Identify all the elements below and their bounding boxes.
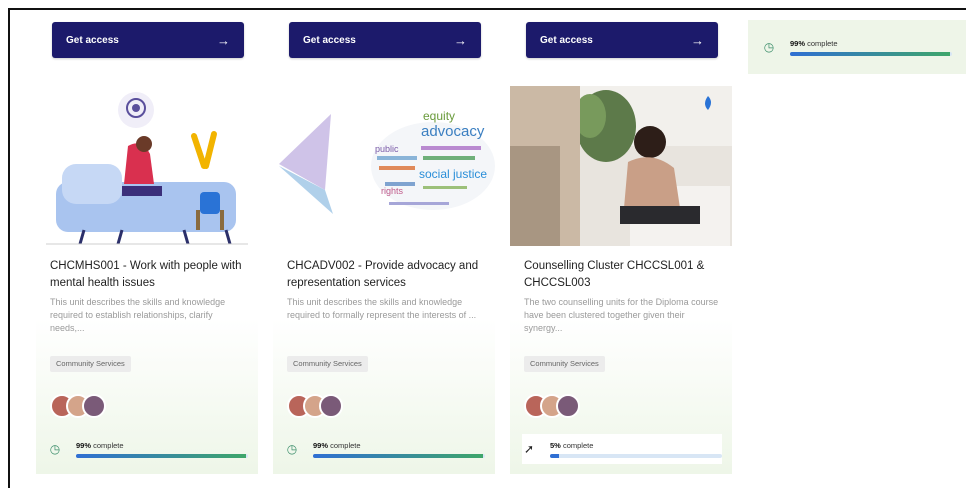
course-card[interactable]: Counselling Cluster CHCCSL001 & CHCCSL00… bbox=[510, 86, 732, 474]
course-category-tag: Community Services bbox=[524, 356, 605, 372]
course-image-counselling bbox=[510, 86, 732, 246]
enrolled-avatars bbox=[50, 394, 106, 418]
progress-label: 5% complete bbox=[550, 441, 722, 450]
progress-bar-fill bbox=[313, 453, 484, 458]
progress-block: 99% complete bbox=[313, 441, 485, 458]
progress-label: 99% complete bbox=[76, 441, 248, 450]
course-progress: ◷ 99% complete bbox=[48, 434, 248, 464]
get-access-label: Get access bbox=[66, 34, 119, 46]
word-cloud-word: equity bbox=[423, 109, 455, 123]
progress-percent: 5% bbox=[550, 440, 561, 450]
progress-bar-fill bbox=[76, 453, 247, 458]
progress-percent: 99% bbox=[76, 440, 92, 450]
progress-bar-fill bbox=[550, 453, 559, 458]
progress-complete-text: complete bbox=[562, 440, 594, 450]
avatar bbox=[319, 394, 343, 418]
word-cloud-word: advocacy bbox=[421, 123, 485, 140]
progress-label: 99% complete bbox=[790, 39, 952, 48]
get-access-button[interactable]: Get access → bbox=[52, 22, 244, 58]
course-progress: ➚ 5% complete bbox=[522, 434, 722, 464]
course-image-advocacy: equity advocacy social justice public ri… bbox=[273, 86, 495, 246]
arrow-right-icon: → bbox=[691, 32, 704, 48]
course-card[interactable]: CHCMHS001 - Work with people with mental… bbox=[36, 86, 258, 474]
word-cloud-word: rights bbox=[381, 186, 404, 196]
progress-block: 5% complete bbox=[550, 441, 722, 458]
progress-percent: 99% bbox=[313, 440, 329, 450]
progress-complete-text: complete bbox=[330, 440, 361, 450]
course-description: This unit describes the skills and knowl… bbox=[50, 297, 226, 333]
course-category-tag: Community Services bbox=[50, 356, 131, 372]
course-description: The two counselling units for the Diplom… bbox=[524, 297, 719, 333]
progress-bar bbox=[550, 453, 722, 458]
enrolled-avatars bbox=[287, 394, 343, 418]
avatar bbox=[556, 394, 580, 418]
progress-bar bbox=[790, 51, 952, 56]
progress-block: 99% complete bbox=[790, 39, 952, 56]
clock-icon: ◷ bbox=[763, 40, 775, 54]
clock-icon: ◷ bbox=[286, 442, 298, 456]
get-access-button[interactable]: Get access → bbox=[526, 22, 718, 58]
course-title[interactable]: CHCADV002 - Provide advocacy and represe… bbox=[287, 258, 483, 292]
course-card[interactable]: equity advocacy social justice public ri… bbox=[273, 86, 495, 474]
progress-label: 99% complete bbox=[313, 441, 485, 450]
word-cloud-word: social justice bbox=[419, 167, 487, 181]
progress-bar-fill bbox=[790, 51, 951, 56]
arrow-right-icon: → bbox=[454, 32, 467, 48]
mental-health-illustration-icon bbox=[36, 86, 258, 246]
progress-bar bbox=[313, 453, 485, 458]
advocacy-word-cloud-icon: equity advocacy social justice public ri… bbox=[273, 86, 495, 246]
word-cloud-word: public bbox=[375, 144, 399, 154]
progress-bar bbox=[76, 453, 248, 458]
enrolled-avatars bbox=[524, 394, 580, 418]
get-access-button[interactable]: Get access → bbox=[289, 22, 481, 58]
get-access-label: Get access bbox=[303, 34, 356, 46]
get-access-label: Get access bbox=[540, 34, 593, 46]
course-progress: ◷ 99% complete bbox=[285, 434, 485, 464]
progress-block: 99% complete bbox=[76, 441, 248, 458]
progress-complete-text: complete bbox=[93, 440, 124, 450]
course-description: This unit describes the skills and knowl… bbox=[287, 297, 477, 320]
course-title[interactable]: Counselling Cluster CHCCSL001 & CHCCSL00… bbox=[524, 258, 720, 292]
avatar bbox=[82, 394, 106, 418]
trend-icon: ➚ bbox=[523, 442, 535, 456]
course-title[interactable]: CHCMHS001 - Work with people with mental… bbox=[50, 258, 246, 292]
arrow-right-icon: → bbox=[217, 32, 230, 48]
course-category-tag: Community Services bbox=[287, 356, 368, 372]
course-progress-card[interactable]: ◷ 99% complete bbox=[748, 20, 966, 74]
progress-complete-text: complete bbox=[807, 38, 838, 48]
counselling-photo-icon bbox=[510, 86, 732, 246]
clock-icon: ◷ bbox=[49, 442, 61, 456]
course-image-mental-health bbox=[36, 86, 258, 246]
progress-percent: 99% bbox=[790, 38, 806, 48]
